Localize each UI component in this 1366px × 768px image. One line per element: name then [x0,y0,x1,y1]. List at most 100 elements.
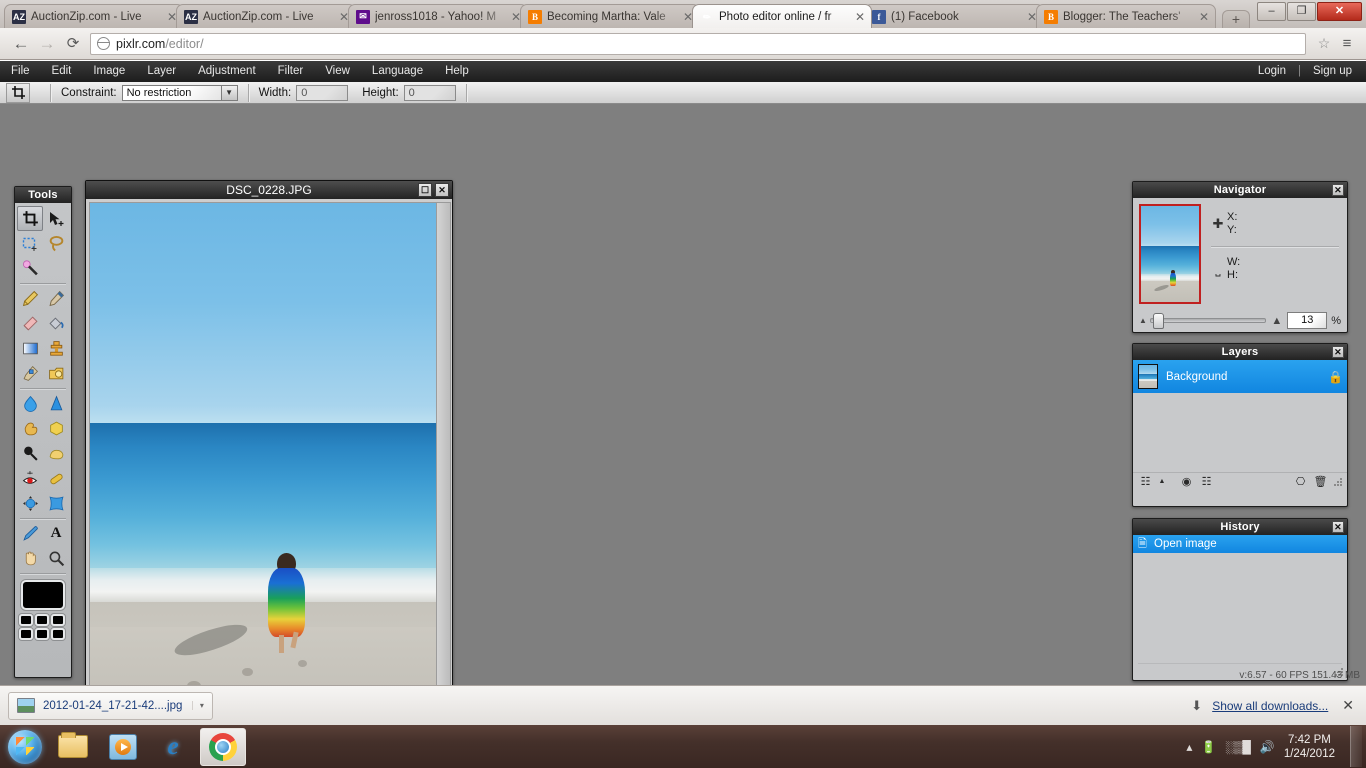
duplicate-layer-button[interactable]: ⎔ [1293,475,1308,489]
volume-icon[interactable]: 🔊 [1260,740,1275,754]
layers-title-bar[interactable]: Layers ✕ [1133,344,1347,360]
primary-color-swatch[interactable] [21,580,65,610]
zoom-out-icon[interactable]: ▲ [1139,316,1147,325]
show-all-downloads-link[interactable]: Show all downloads... [1212,699,1328,713]
toggle-visibility-button[interactable]: ◉ [1179,475,1194,489]
browser-tab-4[interactable]: B Becoming Martha: Vale ✕ [520,4,700,28]
tab-close-icon[interactable]: ✕ [1197,11,1211,23]
menu-filter[interactable]: Filter [267,61,315,82]
bloat-tool-icon[interactable] [17,491,43,516]
blend-mode-arrow-icon[interactable]: ▲ [1158,475,1166,489]
sponge-tool-icon[interactable] [43,416,69,441]
image-close-icon[interactable]: ✕ [435,183,449,197]
zoom-slider[interactable] [1149,313,1267,329]
paint-bucket-tool-icon[interactable] [43,311,69,336]
hand-tool-icon[interactable] [17,546,43,571]
reload-icon[interactable]: ⟳ [60,32,86,56]
browser-tab-6[interactable]: f (1) Facebook ✕ [864,4,1044,28]
browser-tab-3[interactable]: ✉ jenross1018 - Yahoo! M ✕ [348,4,528,28]
history-title-bar[interactable]: History ✕ [1133,519,1347,535]
browser-tab-1[interactable]: AZ AuctionZip.com - Live ✕ [4,4,184,28]
recent-color-4[interactable] [19,628,33,640]
navigator-zoom-input[interactable]: 13 [1287,312,1328,329]
blend-mode-button[interactable]: ☷ [1138,475,1153,489]
show-desktop-button[interactable] [1350,726,1362,767]
blur-tool-icon[interactable] [17,391,43,416]
sharpen-tool-icon[interactable] [43,391,69,416]
browser-tab-7[interactable]: B Blogger: The Teachers' ✕ [1036,4,1216,28]
back-icon[interactable]: ← [8,32,34,56]
crop-tool-icon[interactable] [17,206,44,231]
constraint-select[interactable]: No restriction ▼ [121,84,238,101]
recent-color-1[interactable] [19,614,33,626]
address-bar[interactable]: pixlr.com/editor/ [90,32,1306,55]
marquee-select-tool-icon[interactable] [17,231,43,256]
move-tool-icon[interactable] [43,206,69,231]
browser-tab-5-active[interactable]: ✎ Photo editor online / fr ✕ [692,4,872,28]
height-input[interactable]: 0 [403,84,456,101]
image-window-title-bar[interactable]: DSC_0228.JPG ☐ ✕ [86,181,452,199]
navigator-thumbnail[interactable] [1139,204,1201,304]
color-picker-tool-icon[interactable] [17,521,43,546]
network-signal-icon[interactable]: ░▒█ [1225,740,1251,754]
eraser-tool-icon[interactable] [17,311,43,336]
layers-close-icon[interactable]: ✕ [1332,346,1344,358]
close-button[interactable]: ✕ [1317,2,1362,21]
width-input[interactable]: 0 [296,84,349,101]
menu-edit[interactable]: Edit [41,61,83,82]
drawing-tool-icon[interactable] [43,361,69,386]
type-tool-icon[interactable]: A [43,521,69,546]
new-tab-button[interactable]: + [1222,10,1250,28]
burn-tool-icon[interactable] [43,441,69,466]
menu-language[interactable]: Language [361,61,434,82]
download-item[interactable]: 2012-01-24_17-21-42....jpg ▾ [8,691,214,720]
recent-color-5[interactable] [35,628,49,640]
tab-close-icon[interactable]: ✕ [853,11,867,23]
taskbar-google-chrome[interactable] [200,727,246,766]
layer-row-background[interactable]: Background 🔒 [1133,360,1347,393]
forward-icon[interactable]: → [34,32,60,56]
dodge-tool-icon[interactable] [17,441,43,466]
layers-resize-grip[interactable] [1333,477,1342,486]
delete-layer-button[interactable]: 🗑 [1313,475,1328,489]
zoom-tool-icon[interactable] [43,546,69,571]
taskbar-internet-explorer[interactable]: e [150,728,196,766]
lock-icon[interactable]: 🔒 [1328,370,1343,384]
recent-color-2[interactable] [35,614,49,626]
add-mask-button[interactable]: ☷ [1199,475,1214,489]
tray-expand-icon[interactable]: ▴ [1186,740,1192,754]
menu-image[interactable]: Image [82,61,136,82]
navigator-close-icon[interactable]: ✕ [1332,184,1344,196]
chevron-down-icon[interactable]: ▼ [220,85,237,100]
battery-icon[interactable]: 🔋 [1201,740,1216,754]
color-replace-tool-icon[interactable] [17,361,43,386]
taskbar-windows-explorer[interactable] [50,728,96,766]
image-canvas[interactable] [89,202,451,713]
wand-select-tool-icon[interactable] [17,256,43,281]
browser-tab-2[interactable]: AZ AuctionZip.com - Live ✕ [176,4,356,28]
smudge-tool-icon[interactable] [17,416,43,441]
gradient-tool-icon[interactable] [17,336,43,361]
login-link[interactable]: Login [1252,65,1292,77]
menu-file[interactable]: File [0,61,41,82]
zoom-in-icon[interactable]: ▲ [1271,315,1282,327]
navigator-title-bar[interactable]: Navigator ✕ [1133,182,1347,198]
lasso-tool-icon[interactable] [43,231,69,256]
pencil-tool-icon[interactable] [17,286,43,311]
history-entry-open-image[interactable]: 🗎 Open image [1133,535,1347,553]
zoom-slider-knob[interactable] [1152,313,1164,329]
canvas-vertical-scrollbar[interactable] [436,203,450,712]
downloads-bar-close-icon[interactable]: ✕ [1338,697,1358,714]
bookmark-star-icon[interactable]: ☆ [1312,35,1336,52]
menu-adjustment[interactable]: Adjustment [187,61,267,82]
spot-heal-tool-icon[interactable] [43,466,69,491]
menu-view[interactable]: View [314,61,361,82]
wrench-menu-icon[interactable]: ≡ [1336,35,1358,52]
taskbar-clock[interactable]: 7:42 PM 1/24/2012 [1284,733,1341,761]
download-dropdown-icon[interactable]: ▾ [192,701,210,710]
maximize-button[interactable]: ❐ [1287,2,1316,21]
clone-stamp-tool-icon[interactable] [43,336,69,361]
signup-link[interactable]: Sign up [1307,65,1358,77]
pinch-tool-icon[interactable] [43,491,69,516]
menu-help[interactable]: Help [434,61,480,82]
